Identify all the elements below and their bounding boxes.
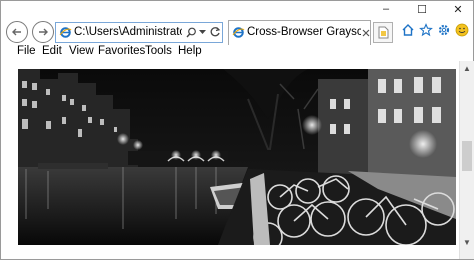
forward-button[interactable]	[32, 21, 54, 43]
vertical-scrollbar[interactable]: ▲ ▼	[459, 61, 474, 259]
night-canal-image	[18, 69, 456, 245]
menu-tools[interactable]: Tools	[145, 45, 172, 57]
new-tab-button[interactable]	[373, 22, 393, 43]
dropdown-arrow-icon[interactable]	[199, 30, 206, 35]
home-icon[interactable]	[401, 23, 415, 37]
favorites-star-icon[interactable]	[419, 23, 433, 37]
menu-bar: File Edit View Favorites Tools Help	[1, 44, 473, 60]
menu-view[interactable]: View	[69, 45, 94, 57]
close-tab-icon[interactable]	[362, 29, 370, 37]
tab-title: Cross-Browser Grayscale im…	[247, 26, 361, 38]
grayscale-canal-photo	[18, 69, 456, 245]
scroll-up-arrow-icon[interactable]: ▲	[462, 63, 472, 73]
tab-grayscale[interactable]: Cross-Browser Grayscale im…	[228, 20, 371, 45]
forward-arrow-icon	[39, 28, 48, 36]
title-bar: – ☐ ✕	[1, 1, 473, 16]
ie-page-icon	[59, 27, 72, 38]
menu-edit[interactable]: Edit	[42, 45, 62, 57]
menu-file[interactable]: File	[17, 45, 36, 57]
minimize-button[interactable]: –	[379, 3, 393, 15]
settings-gear-icon[interactable]	[437, 23, 451, 37]
address-bar[interactable]: C:\Users\Administrator\Desl	[55, 22, 223, 43]
scroll-down-arrow-icon[interactable]: ▼	[462, 237, 472, 247]
back-arrow-icon	[12, 28, 21, 36]
search-icon[interactable]	[186, 27, 197, 38]
scrollbar-thumb[interactable]	[462, 141, 472, 171]
navigation-bar: C:\Users\Administrator\Desl Cross-Browse…	[1, 18, 473, 46]
browser-window: – ☐ ✕ C:\Users\Administrator\Desl	[0, 0, 474, 260]
page-content: ▲ ▼	[1, 61, 474, 259]
menu-favorites[interactable]: Favorites	[98, 45, 145, 57]
refresh-icon[interactable]	[209, 26, 221, 38]
maximize-button[interactable]: ☐	[415, 3, 429, 16]
back-button[interactable]	[6, 21, 28, 43]
smiley-feedback-icon[interactable]	[455, 23, 469, 37]
address-text: C:\Users\Administrator\Desl	[74, 26, 182, 38]
ie-tab-icon	[232, 27, 245, 38]
close-button[interactable]: ✕	[451, 3, 465, 16]
menu-help[interactable]: Help	[178, 45, 202, 57]
new-tab-icon	[378, 26, 389, 39]
